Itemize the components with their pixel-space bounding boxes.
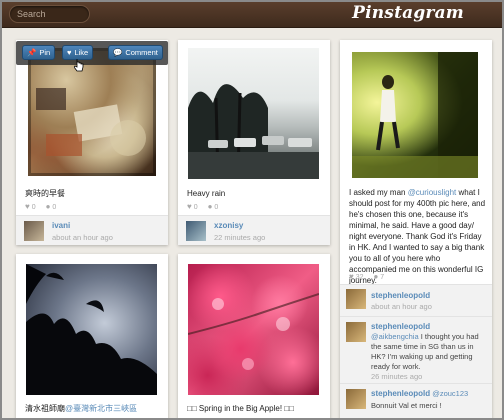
comment-text: @aikbengchia I thought you had the same … [371, 332, 479, 371]
photo-card[interactable]: Heavy rain ♥ 0 ● 0 xzonisy 22 minutes ag… [178, 40, 330, 245]
card-stats: ♥ 32 ● 7 [349, 272, 384, 281]
comment-icon: ● [207, 202, 213, 211]
username-link[interactable]: ivani [52, 221, 70, 230]
avatar[interactable] [346, 389, 366, 409]
avatar[interactable] [346, 289, 366, 309]
card-footer: xzonisy 22 minutes ago [178, 215, 330, 245]
timestamp: about an hour ago [52, 233, 113, 242]
comment-button[interactable]: 💬 Comment [108, 45, 163, 60]
card-caption: 爽時的早餐 [25, 189, 65, 198]
comment-icon: 💬 [113, 48, 123, 57]
like-count: 0 [193, 204, 198, 211]
comment-count: 0 [52, 204, 57, 211]
comment-item: stephenleopold about an hour ago [340, 285, 492, 317]
pin-button[interactable]: 📌 Pin [22, 45, 56, 60]
comment-icon: ● [45, 202, 51, 211]
comment-count: 0 [214, 204, 219, 211]
card-stats: ♥ 0 ● 0 [187, 202, 218, 211]
comment-count: 7 [380, 274, 385, 281]
card-caption: □□ Spring in the Big Apple! □□ [187, 404, 294, 413]
username-link[interactable]: stephenleopold [371, 389, 430, 398]
card-caption: Heavy rain [187, 189, 226, 198]
photo[interactable] [26, 264, 157, 395]
username-link[interactable]: xzonisy [214, 221, 243, 230]
photo[interactable] [188, 264, 319, 395]
comment-item: stephenleopold @aikbengchia I thought yo… [340, 318, 492, 384]
heart-icon: ♥ [187, 202, 192, 211]
photo[interactable] [28, 48, 156, 176]
like-count: 0 [31, 204, 36, 211]
app-window: Search Pinstagram 爽時的早餐 ♥ 0 ● 0 ivani ab… [0, 0, 504, 420]
heart-icon: ♥ [25, 202, 30, 211]
comment-icon: ● [373, 272, 379, 281]
card-footer: stephenleopold about an hour ago stephen… [340, 284, 493, 418]
comment-text: Bonnuit Val et merci ! [371, 401, 442, 410]
username-link[interactable]: stephenleopold [371, 291, 430, 300]
heart-icon: ♥ [67, 48, 72, 57]
avatar[interactable] [24, 221, 44, 241]
avatar[interactable] [186, 221, 206, 241]
photo[interactable] [188, 48, 319, 179]
photo-card[interactable]: □□ Spring in the Big Apple! □□ [178, 254, 330, 418]
photo-card[interactable]: 爽時的早餐 ♥ 0 ● 0 ivani about an hour ago [16, 40, 168, 245]
timestamp: about an hour ago [371, 302, 432, 311]
card-caption: 清水祖師廟@臺灣新北市三峽區 [25, 404, 138, 413]
card-stats: ♥ 0 ● 0 [25, 202, 56, 211]
comment-item: stephenleopold @zouc123 Bonnuit Val et m… [340, 385, 493, 418]
mention-link[interactable]: @臺灣新北市三峽區 [65, 404, 137, 413]
hover-action-bar: 📌 Pin ♥ Like 💬 Comment [16, 41, 168, 65]
avatar[interactable] [346, 322, 366, 342]
card-footer: ivani about an hour ago [16, 215, 168, 245]
mention-link[interactable]: @aikbengchia [371, 332, 419, 341]
app-logo: Pinstagram [352, 3, 464, 23]
photo[interactable] [352, 52, 478, 178]
top-bar: Search Pinstagram [2, 2, 502, 28]
timestamp: 26 minutes ago [371, 372, 423, 381]
pin-icon: 📌 [27, 48, 37, 57]
mouse-cursor-icon [74, 59, 84, 72]
timestamp: 22 minutes ago [214, 233, 266, 242]
username-link[interactable]: stephenleopold [371, 322, 430, 331]
comment-header: stephenleopold @zouc123 [371, 389, 493, 399]
heart-icon: ♥ [349, 272, 354, 281]
search-input[interactable]: Search [9, 5, 90, 23]
photo-card[interactable]: 清水祖師廟@臺灣新北市三峽區 [16, 254, 168, 418]
mention-link[interactable]: @zouc123 [432, 389, 468, 398]
photo-card[interactable]: I asked my man @curiouslight what I shou… [340, 40, 493, 418]
like-count: 32 [355, 274, 364, 281]
mention-link[interactable]: @curiouslight [408, 188, 457, 197]
